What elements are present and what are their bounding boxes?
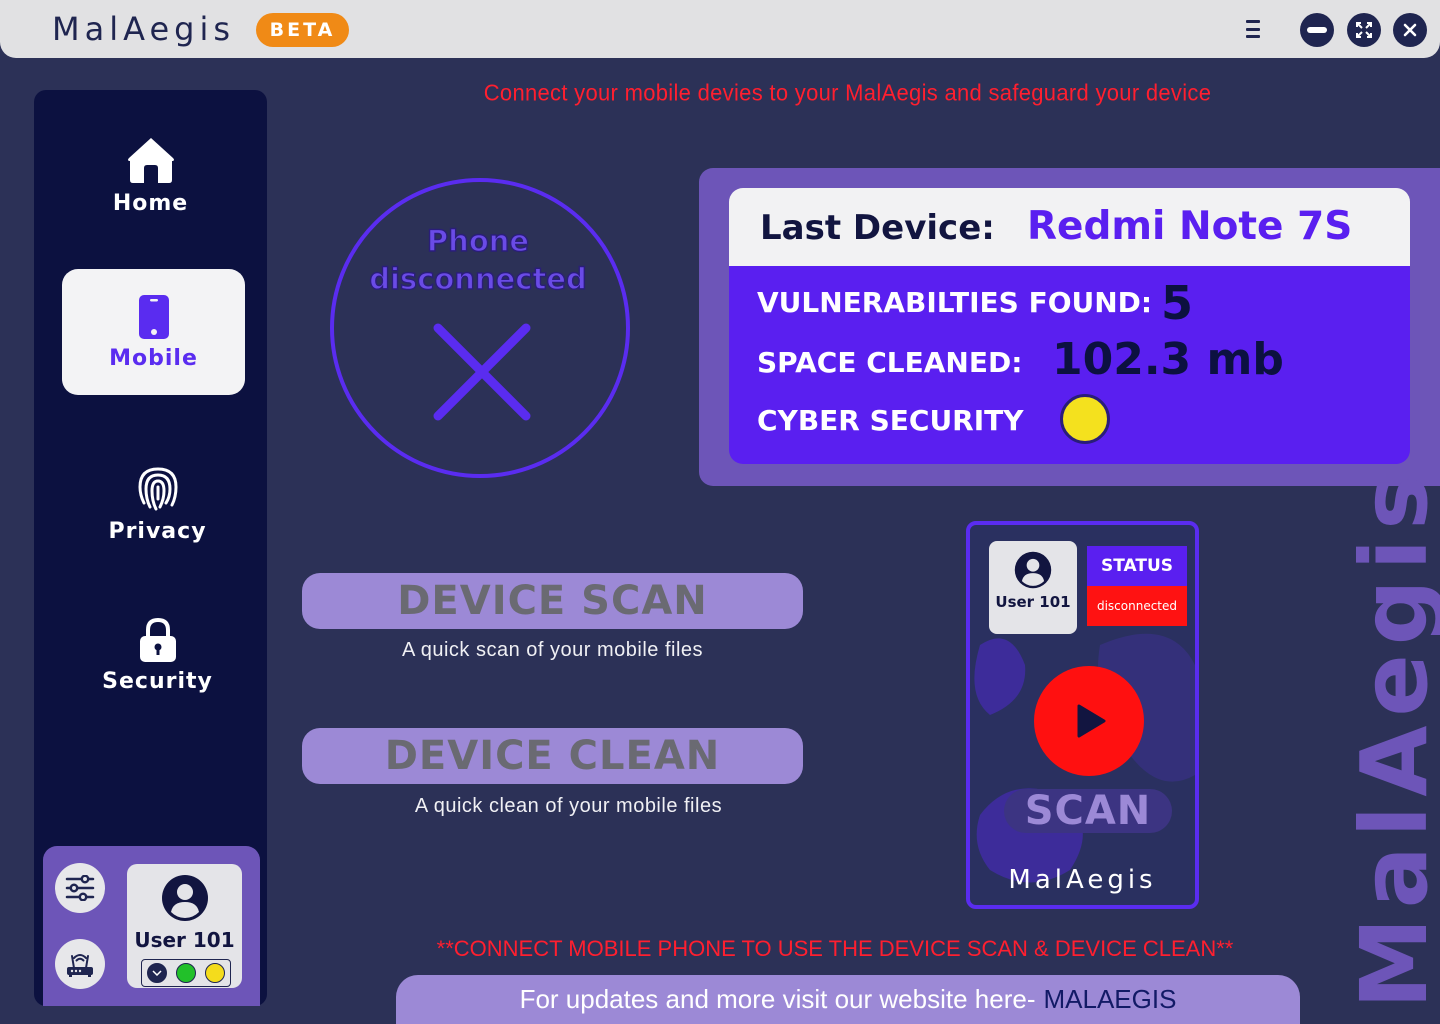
device-clean-description: A quick clean of your mobile files [414,795,723,817]
menu-icon[interactable] [1246,20,1260,38]
phone-status-line1: Phone [426,223,530,258]
settings-button[interactable] [55,863,105,913]
vulnerabilities-label: VULNERABILTIES FOUND: [757,286,1153,319]
scan-widget-brand: MalAegis [1008,865,1157,895]
last-device-label: Last Device: [760,208,995,248]
user-card[interactable]: User 101 [127,864,242,988]
beta-badge: BETA [256,13,349,47]
chevron-down-icon[interactable] [146,963,167,983]
scan-user-card[interactable]: User 101 [989,541,1077,634]
close-button[interactable] [1393,13,1427,47]
last-device-name: Redmi Note 7S [1027,204,1353,249]
cyber-security-label: CYBER SECURITY [757,404,1024,437]
device-scan-description: A quick scan of your mobile files [401,639,704,661]
sidebar-item-security[interactable]: Security [66,592,249,718]
headline: Connect your mobile devies to your MalAe… [483,79,1212,106]
router-icon [67,954,93,977]
app-title: MalAegis [52,10,235,48]
phone-status-line2: disconnected [369,261,588,296]
status-title: STATUS [1087,546,1187,586]
sidebar-item-home[interactable]: Home [59,112,242,238]
sidebar-item-label: Privacy [108,518,207,544]
play-icon [1077,704,1106,738]
home-icon [127,137,174,183]
status-indicators [141,959,231,987]
sidebar-item-privacy[interactable]: Privacy [66,440,249,566]
mobile-icon [138,294,169,339]
space-cleaned-value: 102.3 mb [1052,334,1284,385]
sidebar-item-mobile[interactable]: Mobile [62,269,245,395]
device-clean-button[interactable]: DEVICE CLEAN [302,728,803,784]
fingerprint-icon [137,466,178,510]
disconnected-x-icon [433,323,531,421]
connect-warning: **CONNECT MOBILE PHONE TO USE THE DEVICE… [436,936,1234,961]
footer-text: For updates and more visit our website h… [519,984,1036,1014]
user-name: User 101 [134,928,235,952]
footer-banner: For updates and more visit our website h… [396,975,1300,1024]
sliders-icon [65,875,95,901]
avatar-icon [1014,551,1052,589]
vulnerabilities-value: 5 [1161,276,1194,330]
lock-icon [139,617,176,662]
close-icon [1403,23,1417,37]
website-link[interactable]: MALAEGIS [1043,984,1176,1015]
router-button[interactable] [55,939,105,989]
scan-label[interactable]: SCAN [1004,788,1172,834]
sidebar-item-label: Home [112,190,189,216]
avatar-icon [162,875,208,921]
device-scan-button[interactable]: DEVICE SCAN [302,573,803,629]
status-dot-yellow [205,963,226,983]
play-scan-button[interactable] [1034,666,1144,776]
status-value: disconnected [1087,586,1187,626]
scan-user-name: User 101 [995,593,1071,611]
space-cleaned-label: SPACE CLEANED: [757,346,1023,379]
status-dot-green [175,963,196,983]
phone-status-text: Phone disconnected [320,222,636,298]
minimize-button[interactable] [1300,13,1334,47]
maximize-icon [1356,22,1372,38]
status-box: STATUS disconnected [1087,546,1187,630]
sidebar-item-label: Mobile [109,345,198,371]
minimize-icon [1307,27,1327,33]
sidebar-item-label: Security [102,668,213,694]
cyber-security-indicator [1060,394,1110,444]
maximize-button[interactable] [1347,13,1381,47]
scan-widget: User 101 STATUS disconnected SCAN MalAeg… [966,521,1199,909]
